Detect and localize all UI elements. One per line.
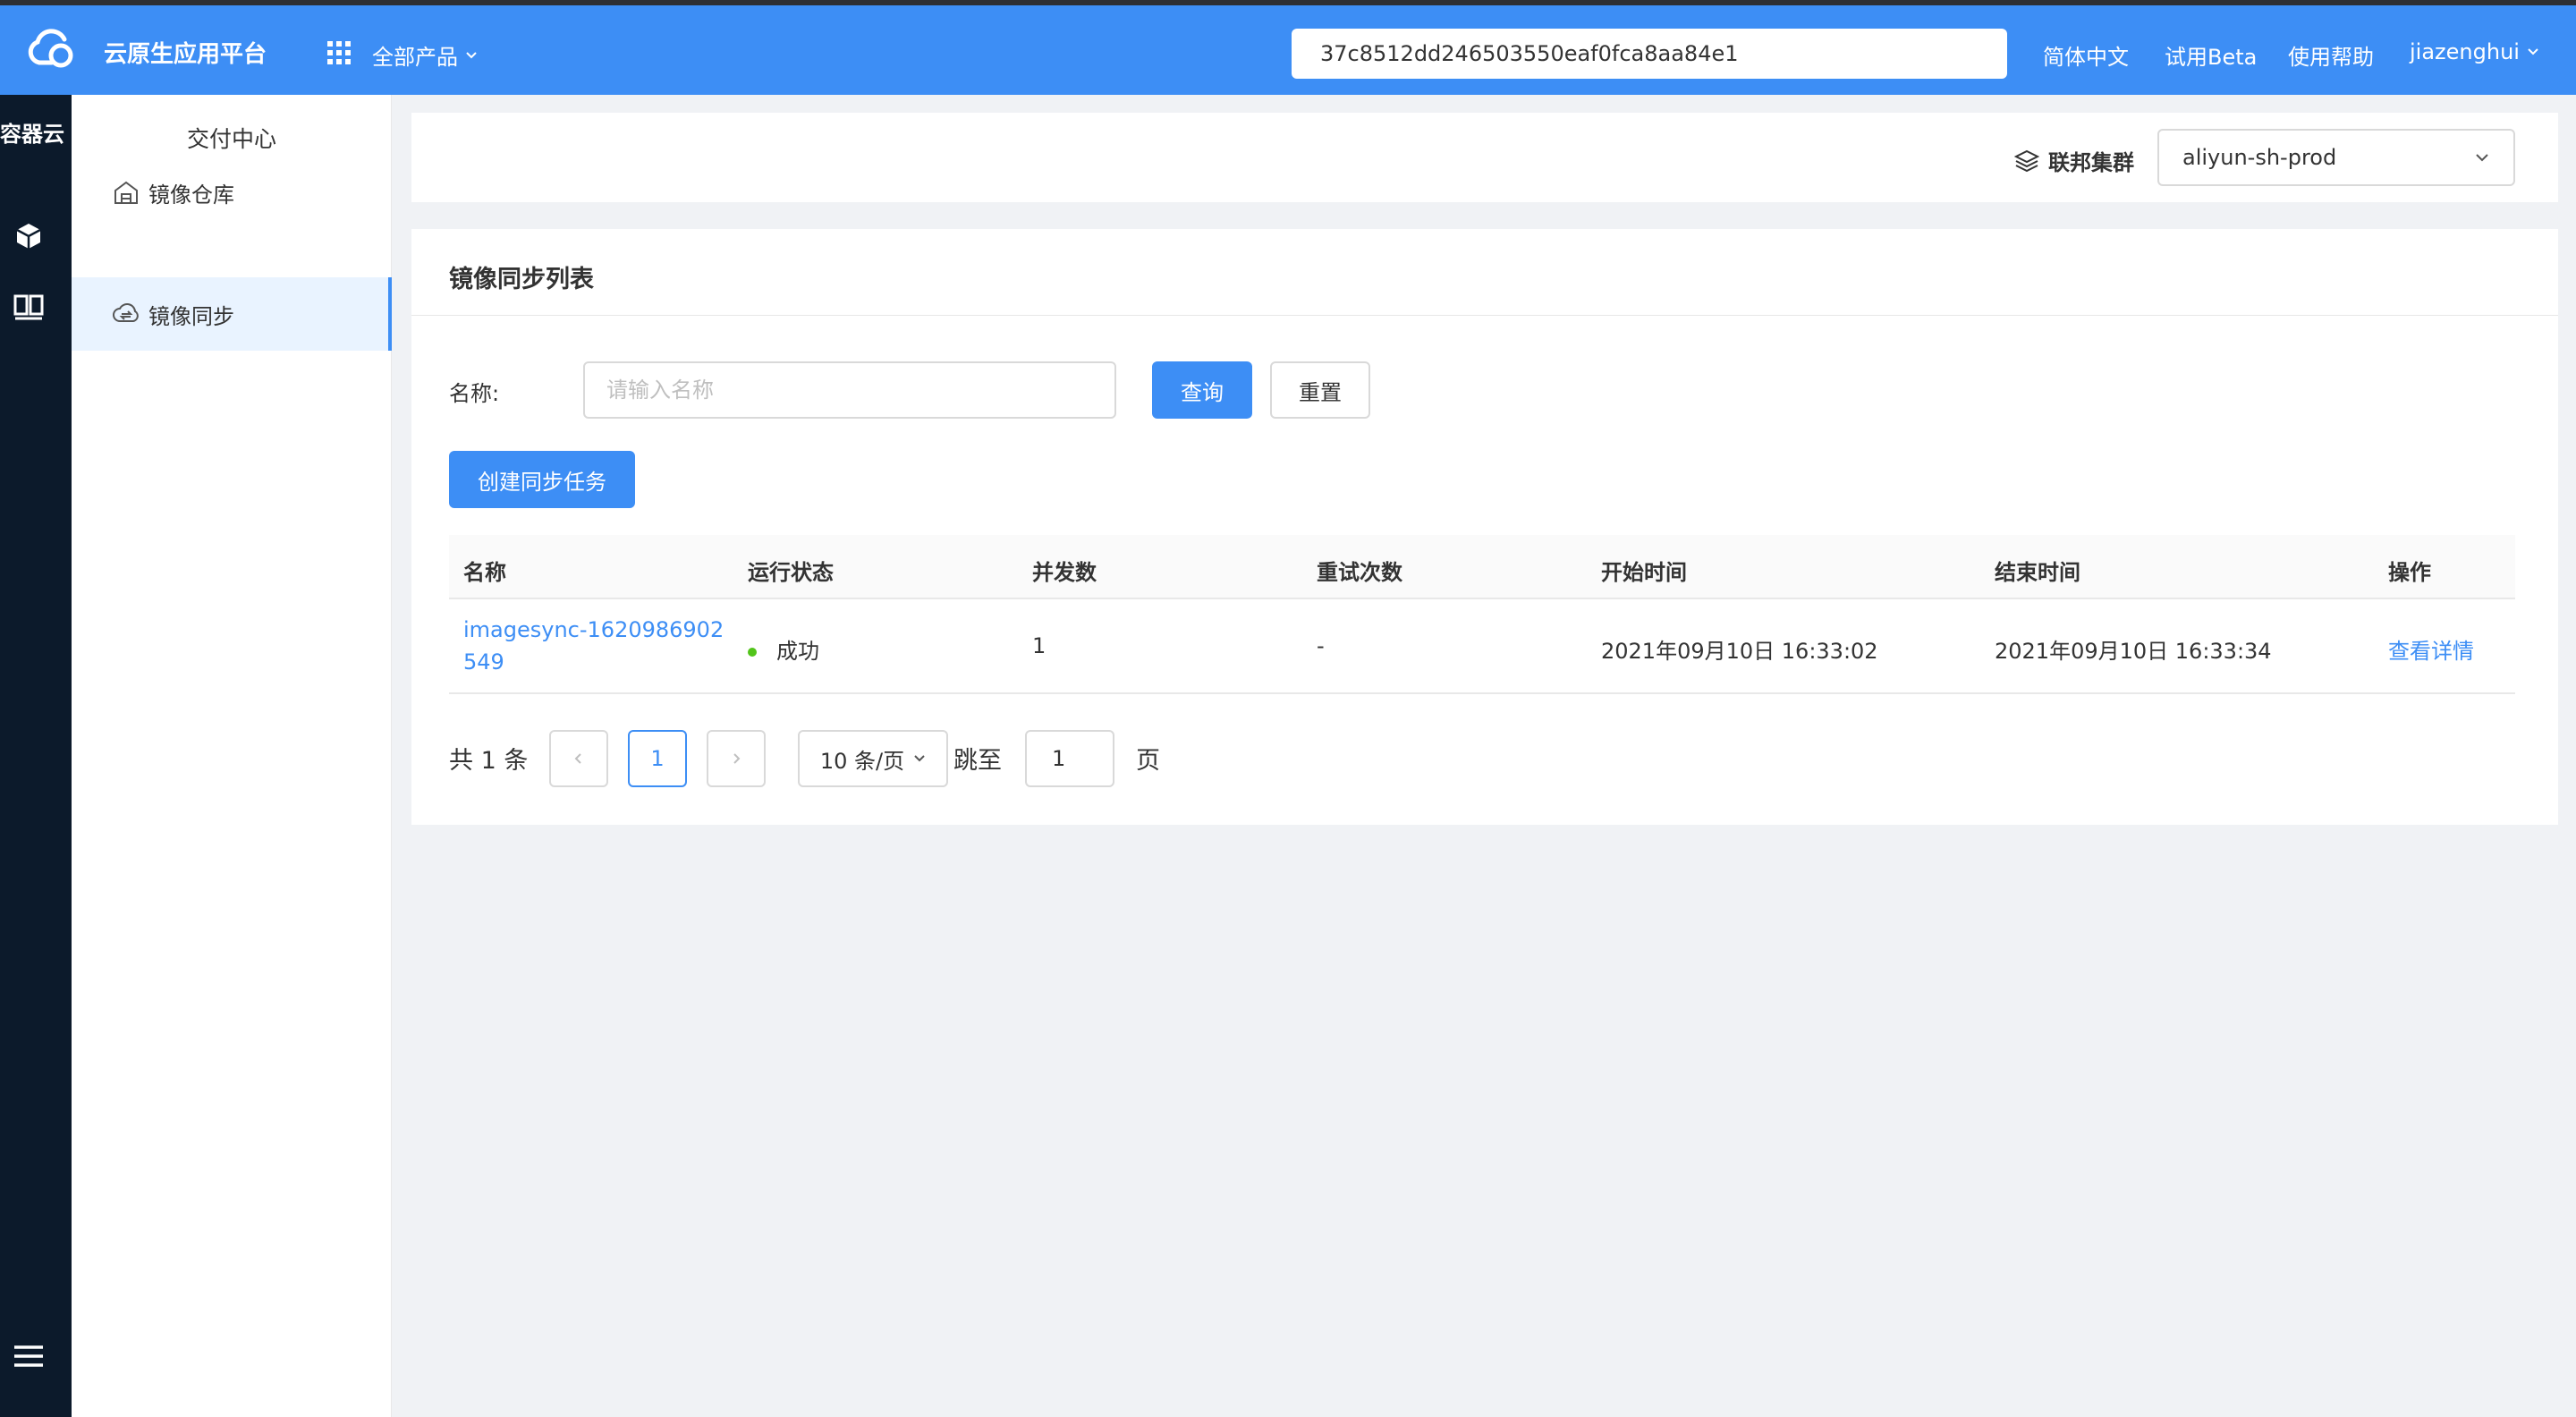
platform-name[interactable]: 云原生应用平台: [104, 36, 267, 69]
chevron-left-icon: [574, 753, 581, 764]
submenu-item-image-repo[interactable]: 镜像仓库: [72, 156, 392, 229]
pagination-total: 共 1 条: [449, 747, 529, 775]
page-suffix: 页: [1136, 747, 1160, 775]
submenu-item-label: 镜像仓库: [148, 182, 234, 208]
cluster-select[interactable]: aliyun-sh-prod: [2157, 129, 2515, 186]
status-text: 成功: [776, 639, 819, 664]
submenu-item-image-sync[interactable]: 镜像同步: [72, 277, 392, 351]
next-page-button[interactable]: [707, 730, 766, 787]
username: jiazenghui: [2410, 39, 2520, 64]
chevron-right-icon: [733, 753, 741, 764]
rail-title: 容器云: [0, 122, 64, 147]
task-name-link[interactable]: imagesync-1620986902 549: [463, 614, 724, 678]
create-sync-task-button[interactable]: 创建同步任务: [449, 451, 635, 508]
cluster-bar: 联邦集群 aliyun-sh-prod: [411, 113, 2558, 202]
concurrency-cell: 1: [1032, 633, 1046, 658]
start-time-cell: 2021年09月10日 16:33:02: [1601, 639, 1878, 664]
help-link[interactable]: 使用帮助: [2288, 39, 2374, 71]
column-header-concurrency: 并发数: [1032, 560, 1097, 585]
submenu-title: 交付中心: [186, 126, 276, 152]
view-details-link[interactable]: 查看详情: [2388, 633, 2474, 665]
cluster-label-text: 联邦集群: [2048, 150, 2134, 175]
global-search-input[interactable]: [1292, 29, 2007, 79]
chevron-down-icon: [466, 51, 477, 58]
chevron-down-icon: [2528, 48, 2538, 55]
retries-cell: -: [1317, 633, 1325, 658]
cube-icon[interactable]: [13, 220, 45, 252]
sync-table: 名称 运行状态 并发数 重试次数 开始时间 结束时间 操作 imagesync-…: [449, 535, 2515, 694]
cluster-select-value: aliyun-sh-prod: [2182, 145, 2337, 170]
warehouse-icon: [114, 181, 138, 204]
name-filter-label: 名称:: [449, 381, 500, 406]
column-header-status: 运行状态: [748, 560, 834, 585]
image-sync-card: 镜像同步列表 名称: 查询 重置 创建同步任务 名称 运行状态 并发数 重试次数…: [411, 229, 2558, 825]
page-title: 镜像同步列表: [449, 266, 594, 293]
submenu-item-label: 镜像同步: [148, 303, 234, 329]
layers-icon: [2014, 149, 2039, 172]
divider: [411, 315, 2558, 316]
table-header: 名称 运行状态 并发数 重试次数 开始时间 结束时间 操作: [449, 535, 2515, 599]
column-header-start-time: 开始时间: [1601, 560, 1687, 585]
cluster-label: 联邦集群: [2014, 145, 2134, 176]
side-rail: 容器云: [0, 95, 72, 1417]
columns-icon[interactable]: [13, 292, 45, 324]
top-bar: 云原生应用平台 全部产品 简体中文 试用Beta 使用帮助 jiazenghui: [0, 0, 2576, 95]
all-products-menu[interactable]: 全部产品: [372, 39, 478, 71]
column-header-retries: 重试次数: [1317, 560, 1402, 585]
column-header-end-time: 结束时间: [1995, 560, 2080, 585]
menu-icon[interactable]: [13, 1340, 45, 1372]
prev-page-button[interactable]: [549, 730, 608, 787]
status-cell: 成功: [748, 633, 819, 665]
submenu-panel: 交付中心 镜像仓库 镜像同步: [72, 95, 392, 1417]
goto-label: 跳至: [953, 747, 1002, 775]
all-products-label: 全部产品: [372, 45, 458, 70]
reset-button[interactable]: 重置: [1270, 361, 1370, 419]
chevron-down-icon: [914, 755, 925, 762]
task-name-line: imagesync-1620986902: [463, 617, 724, 642]
goto-page-input[interactable]: 1: [1025, 730, 1114, 787]
column-header-actions: 操作: [2388, 560, 2431, 585]
user-menu[interactable]: jiazenghui: [2410, 39, 2539, 64]
page-size-select[interactable]: 10 条/页: [798, 730, 948, 787]
table-row: imagesync-1620986902 549 成功 1 - 2021年09月…: [449, 599, 2515, 694]
name-filter-input[interactable]: [583, 361, 1116, 419]
success-dot-icon: [748, 648, 757, 657]
page-button-current[interactable]: 1: [628, 730, 687, 787]
apps-grid-icon[interactable]: [327, 41, 351, 64]
page-size-value: 10 条/页: [819, 748, 905, 774]
cloud-logo-icon[interactable]: [25, 27, 79, 72]
beta-link[interactable]: 试用Beta: [2165, 39, 2257, 71]
column-header-name: 名称: [463, 560, 506, 585]
cloud-sync-icon: [113, 303, 139, 322]
chevron-down-icon: [2476, 154, 2488, 162]
query-button[interactable]: 查询: [1152, 361, 1252, 419]
language-switch[interactable]: 简体中文: [2043, 39, 2129, 71]
task-name-line: 549: [463, 649, 504, 675]
end-time-cell: 2021年09月10日 16:33:34: [1995, 639, 2272, 664]
